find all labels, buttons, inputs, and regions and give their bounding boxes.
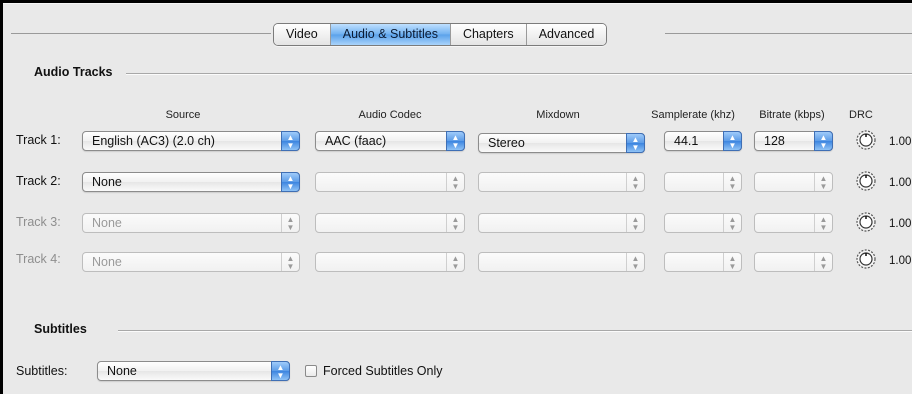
audio-subtitles-panel: Video Audio & Subtitles Chapters Advance… <box>3 3 912 394</box>
tab-divider-right <box>665 33 912 34</box>
subtitles-value: None <box>107 364 137 378</box>
track-1-samplerate-value: 44.1 <box>674 134 699 148</box>
track-4-drc-knob-icon[interactable] <box>855 248 877 270</box>
track-1-samplerate-popup[interactable]: 44.1 ▲ ▼ <box>664 131 742 151</box>
col-mixdown: Mixdown <box>536 109 580 121</box>
track-3-bitrate-popup[interactable]: ▲ ▼ <box>754 213 833 233</box>
track-3-drc-knob-icon[interactable] <box>855 211 877 233</box>
tab-advanced[interactable]: Advanced <box>525 24 607 45</box>
track-4-codec-popup[interactable]: ▲ ▼ <box>315 252 465 272</box>
up-down-arrows-icon: ▲ ▼ <box>626 214 644 232</box>
track-2-source-popup[interactable]: None ▲ ▼ <box>82 172 300 192</box>
track-1-drc-knob-icon[interactable] <box>855 129 877 151</box>
up-down-arrows-icon: ▲ ▼ <box>723 214 741 232</box>
track-3-source-value: None <box>92 216 122 230</box>
track-1-source-value: English (AC3) (2.0 ch) <box>92 134 215 148</box>
up-down-arrows-icon: ▲ ▼ <box>446 253 464 271</box>
subtitles-popup[interactable]: None ▲ ▼ <box>97 361 290 381</box>
track-4-drc-value: 1.00 <box>889 255 912 267</box>
tab-bar: Video Audio & Subtitles Chapters Advance… <box>273 23 608 46</box>
track-3-samplerate-popup[interactable]: ▲ ▼ <box>664 213 742 233</box>
up-down-arrows-icon: ▲ ▼ <box>626 253 644 271</box>
tab-divider-left <box>11 33 271 34</box>
track-2-drc-knob-icon[interactable] <box>855 170 877 192</box>
track-1-bitrate-popup[interactable]: 128 ▲ ▼ <box>754 131 833 151</box>
track-1-codec-popup[interactable]: AAC (faac) ▲ ▼ <box>315 131 465 151</box>
track-3-mixdown-popup[interactable]: ▲ ▼ <box>478 213 645 233</box>
col-drc: DRC <box>849 109 873 121</box>
track-1-mixdown-value: Stereo <box>488 136 525 150</box>
track-1-codec-value: AAC (faac) <box>325 134 387 148</box>
forced-subtitles-label[interactable]: Forced Subtitles Only <box>323 364 443 378</box>
col-audio-codec: Audio Codec <box>358 109 422 121</box>
up-down-arrows-icon: ▲ ▼ <box>281 131 300 151</box>
track-3-source-popup[interactable]: None ▲ ▼ <box>82 213 300 233</box>
track-1-label: Track 1: <box>16 133 61 147</box>
up-down-arrows-icon: ▲ ▼ <box>814 253 832 271</box>
track-4-bitrate-popup[interactable]: ▲ ▼ <box>754 252 833 272</box>
up-down-arrows-icon: ▲ ▼ <box>814 131 833 151</box>
up-down-arrows-icon: ▲ ▼ <box>723 253 741 271</box>
up-down-arrows-icon: ▲ ▼ <box>814 214 832 232</box>
audio-tracks-divider <box>126 73 912 74</box>
up-down-arrows-icon: ▲ ▼ <box>446 173 464 191</box>
col-samplerate: Samplerate (khz) <box>651 109 735 121</box>
track-4-source-value: None <box>92 255 122 269</box>
track-2-label: Track 2: <box>16 174 61 188</box>
track-1-source-popup[interactable]: English (AC3) (2.0 ch) ▲ ▼ <box>82 131 300 151</box>
up-down-arrows-icon: ▲ ▼ <box>723 131 742 151</box>
track-4-label: Track 4: <box>16 252 61 266</box>
track-1-bitrate-value: 128 <box>764 134 785 148</box>
tab-video[interactable]: Video <box>274 24 330 45</box>
up-down-arrows-icon: ▲ ▼ <box>626 133 645 153</box>
subtitles-label: Subtitles: <box>16 364 68 378</box>
subtitles-heading: Subtitles <box>34 322 87 336</box>
track-4-mixdown-popup[interactable]: ▲ ▼ <box>478 252 645 272</box>
audio-tracks-heading: Audio Tracks <box>34 65 113 79</box>
up-down-arrows-icon: ▲ ▼ <box>271 361 290 381</box>
track-4-source-popup[interactable]: None ▲ ▼ <box>82 252 300 272</box>
track-2-codec-popup[interactable]: ▲ ▼ <box>315 172 465 192</box>
up-down-arrows-icon: ▲ ▼ <box>281 253 299 271</box>
track-2-source-value: None <box>92 175 122 189</box>
forced-subtitles-checkbox[interactable] <box>305 365 317 377</box>
col-bitrate: Bitrate (kbps) <box>759 109 825 121</box>
track-3-codec-popup[interactable]: ▲ ▼ <box>315 213 465 233</box>
up-down-arrows-icon: ▲ ▼ <box>814 173 832 191</box>
track-1-drc-value: 1.00 <box>889 136 912 148</box>
up-down-arrows-icon: ▲ ▼ <box>723 173 741 191</box>
track-4-samplerate-popup[interactable]: ▲ ▼ <box>664 252 742 272</box>
tab-chapters[interactable]: Chapters <box>449 24 526 45</box>
up-down-arrows-icon: ▲ ▼ <box>281 172 300 192</box>
track-1-mixdown-popup[interactable]: Stereo ▲ ▼ <box>478 133 645 153</box>
track-3-label: Track 3: <box>16 215 61 229</box>
track-2-samplerate-popup[interactable]: ▲ ▼ <box>664 172 742 192</box>
up-down-arrows-icon: ▲ ▼ <box>446 131 465 151</box>
tab-audio-subtitles[interactable]: Audio & Subtitles <box>329 24 450 45</box>
track-2-mixdown-popup[interactable]: ▲ ▼ <box>478 172 645 192</box>
track-2-drc-value: 1.00 <box>889 177 912 189</box>
col-source: Source <box>165 109 201 121</box>
subtitles-divider <box>118 330 912 331</box>
up-down-arrows-icon: ▲ ▼ <box>281 214 299 232</box>
up-down-arrows-icon: ▲ ▼ <box>446 214 464 232</box>
up-down-arrows-icon: ▲ ▼ <box>626 173 644 191</box>
track-2-bitrate-popup[interactable]: ▲ ▼ <box>754 172 833 192</box>
track-3-drc-value: 1.00 <box>889 218 912 230</box>
